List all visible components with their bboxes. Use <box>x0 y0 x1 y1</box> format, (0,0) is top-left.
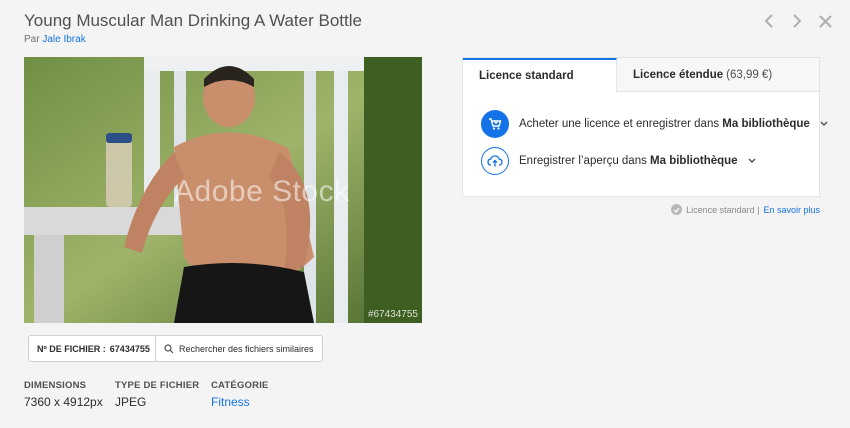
chevron-right-icon <box>793 14 802 28</box>
search-similar-button[interactable]: Rechercher des fichiers similaires <box>155 335 323 362</box>
chevron-down-icon <box>820 119 828 129</box>
chevron-down-icon <box>748 156 756 166</box>
byline-prefix: Par <box>24 34 43 45</box>
meta-label: DIMENSIONS <box>24 380 87 391</box>
close-button[interactable] <box>816 12 834 30</box>
page-title: Young Muscular Man Drinking A Water Bott… <box>24 11 362 30</box>
option-label: Acheter une licence et enregistrer dans <box>519 118 723 130</box>
cloud-upload-icon <box>481 147 509 175</box>
learn-more-link[interactable]: En savoir plus <box>763 205 820 215</box>
search-icon <box>164 343 174 353</box>
cart-icon <box>481 110 509 138</box>
chevron-left-icon <box>764 14 773 28</box>
library-name: Ma bibliothèque <box>722 118 810 130</box>
next-button[interactable] <box>788 12 806 30</box>
option-label: Enregistrer l’aperçu dans <box>519 155 651 167</box>
meta-value: 7360 x 4912px <box>24 395 103 409</box>
tab-standard-license[interactable]: Licence standard <box>463 58 617 92</box>
meta-category: CATÉGORIE Fitness <box>211 380 269 409</box>
close-icon <box>818 14 832 28</box>
search-similar-label: Rechercher des fichiers similaires <box>179 343 314 354</box>
previous-button[interactable] <box>760 12 778 30</box>
file-number-value: 67434755 <box>109 343 150 354</box>
meta-file-type: TYPE DE FICHIER JPEG <box>115 380 199 409</box>
tab-label: Licence standard <box>479 70 574 82</box>
tab-extended-license[interactable]: Licence étendue (63,99 €) <box>617 58 788 91</box>
author-byline: Par Jale Ibrak <box>24 34 86 45</box>
author-link[interactable]: Jale Ibrak <box>42 34 85 45</box>
watermark: Adobe Stock <box>174 175 350 208</box>
meta-value: JPEG <box>115 395 147 409</box>
buy-license-option[interactable]: Acheter une licence et enregistrer dans … <box>481 110 828 138</box>
image-id-overlay: #67434755 <box>367 309 418 320</box>
meta-label: CATÉGORIE <box>211 380 269 391</box>
license-tabs: Licence standard Licence étendue (63,99 … <box>463 58 819 92</box>
check-icon <box>671 204 683 215</box>
file-number-label: Nº DE FICHIER : <box>37 343 106 354</box>
tab-label: Licence étendue <box>633 68 724 81</box>
option-text: Acheter une licence et enregistrer dans … <box>519 118 810 130</box>
license-panel: Licence standard Licence étendue (63,99 … <box>462 57 828 197</box>
file-number-button[interactable]: Nº DE FICHIER : 67434755 <box>28 335 159 362</box>
license-note: Licence standard | En savoir plus <box>671 204 820 215</box>
image-preview[interactable]: Adobe Stock #67434755 <box>24 57 422 323</box>
license-note-text: Licence standard | <box>686 204 760 215</box>
meta-dimensions: DIMENSIONS 7360 x 4912px <box>24 380 103 409</box>
option-text: Enregistrer l’aperçu dans Ma bibliothèqu… <box>519 155 738 167</box>
library-name: Ma bibliothèque <box>650 155 738 167</box>
nav-controls <box>760 12 834 30</box>
tab-price: (63,99 €) <box>726 68 773 81</box>
category-link[interactable]: Fitness <box>211 395 269 409</box>
save-preview-option[interactable]: Enregistrer l’aperçu dans Ma bibliothèqu… <box>481 147 756 175</box>
meta-label: TYPE DE FICHIER <box>115 380 200 391</box>
